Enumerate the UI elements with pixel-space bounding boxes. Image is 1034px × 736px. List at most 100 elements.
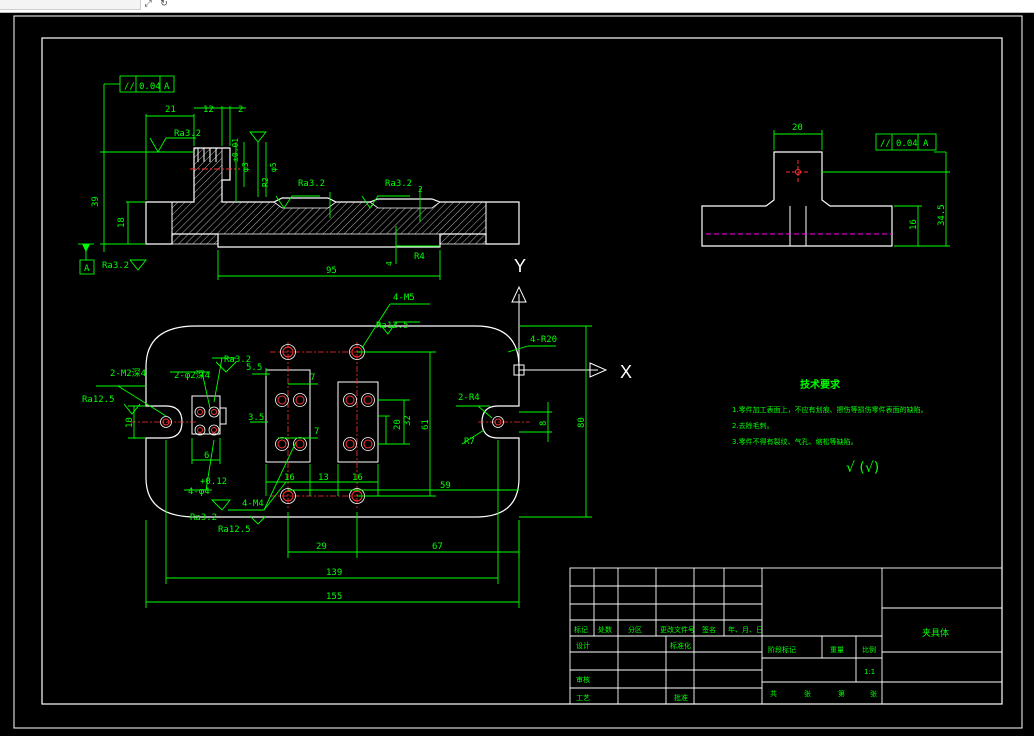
roughness-ra125-top: Ra12.5 xyxy=(376,321,409,331)
hole-outline-8 xyxy=(275,437,289,451)
gdt-tolerance-1: 0.04 xyxy=(139,82,161,92)
note-1: 1.零件加工表面上，不应有划痕、擦伤等损伤零件表面的缺陷。 xyxy=(732,405,928,414)
tb-weight: 重量 xyxy=(830,646,844,654)
tb-sheet-1: 张 xyxy=(804,689,811,698)
dim-phi3: φ3 xyxy=(241,162,250,172)
dim-phi5: φ5 xyxy=(269,162,278,172)
dim-10: 10 xyxy=(125,417,135,428)
tb-process: 工艺 xyxy=(576,694,590,702)
dim-20: 20 xyxy=(393,419,403,430)
tb-stage: 阶段标记 xyxy=(768,645,796,654)
plan-view: Y X 4-M5 Ra12.5 4-R20 2-M2深4 2-φ2深4 Ra3.… xyxy=(82,256,632,608)
hole-outline-4 xyxy=(275,393,289,407)
tb-scale-label: 比例 xyxy=(862,645,876,654)
hole-6 xyxy=(345,395,355,405)
callout-4m5: 4-M5 xyxy=(393,293,415,303)
tb-sheet-2: 第 xyxy=(838,689,845,698)
callout-4m4: 4-M4 xyxy=(242,499,264,509)
dim-34-5: 34.5 xyxy=(937,204,947,226)
tb-header-4: 签名 xyxy=(702,625,716,634)
expand-icon[interactable]: ⤢ xyxy=(142,0,154,9)
tb-sheet-3: 张 xyxy=(870,689,877,698)
callout-2phi2: 2-φ2深4 xyxy=(174,370,210,381)
hole-outline-5 xyxy=(293,393,307,407)
hole-14 xyxy=(197,427,203,433)
roughness-ra32-b: Ra3.2 xyxy=(298,179,325,189)
dim-4: 4 xyxy=(385,261,394,266)
callout-4r20: 4-R20 xyxy=(530,335,557,345)
cad-drawing-canvas[interactable]: // 0.04 A 21 12 2 Ra3.2 ±0.01 φ3 R2 φ5 3… xyxy=(0,12,1034,736)
tb-header-3: 更改文件号 xyxy=(660,625,695,634)
dim-155: 155 xyxy=(326,592,342,602)
note-2: 2.去除毛刺。 xyxy=(732,421,774,430)
dim-139: 139 xyxy=(326,568,342,578)
roughness-ra32-bottom: Ra3.2 xyxy=(190,513,217,523)
gdt-datum-2: A xyxy=(923,139,929,149)
gdt-datum-1: A xyxy=(164,82,170,92)
x-axis-label: X xyxy=(620,362,632,382)
hole-outline-7 xyxy=(361,393,375,407)
hole-15 xyxy=(211,427,217,433)
dim-3-5: 3.5 xyxy=(248,413,264,423)
side-view: // 0.04 A 20 34.5 16 xyxy=(701,123,950,247)
roughness-ra32-a: Ra3.2 xyxy=(174,129,201,139)
tb-sheet-0: 共 xyxy=(770,689,777,698)
refresh-icon[interactable]: ↻ xyxy=(158,0,170,9)
title-block-text: 标记 处数 分区 更改文件号 签名 年、月、日 设计 标准化 审核 工艺 批准 … xyxy=(574,625,949,702)
tb-header-0: 标记 xyxy=(574,625,588,634)
gdt-parallel-symbol: // xyxy=(124,82,135,92)
dim-61: 61 xyxy=(421,419,431,430)
dim-16-side: 16 xyxy=(909,219,919,230)
tb-standard: 标准化 xyxy=(670,641,691,650)
hole-outline-6 xyxy=(343,393,357,407)
dim-7: 7 xyxy=(310,373,315,383)
file-tab[interactable] xyxy=(0,0,141,10)
y-axis-label: Y xyxy=(514,256,526,276)
dim-12: 12 xyxy=(203,105,214,115)
tb-header-2: 分区 xyxy=(628,625,642,634)
hole-13 xyxy=(211,409,217,415)
callout-2m2: 2-M2深4 xyxy=(110,368,146,379)
dim-r2: R2 xyxy=(261,177,270,187)
dim-6: 6 xyxy=(204,451,209,461)
roughness-general-symbol: √ (√) xyxy=(846,460,879,476)
roughness-ra32-d: Ra3.2 xyxy=(102,261,129,271)
outer-border xyxy=(13,15,1023,729)
tb-scale-value: 1:1 xyxy=(864,668,875,676)
hole-9 xyxy=(295,439,305,449)
roughness-ra125-bottom: Ra12.5 xyxy=(218,525,251,535)
tb-approve: 批准 xyxy=(674,693,688,702)
gdt-tolerance-2: 0.04 xyxy=(896,139,918,149)
tb-header-1: 处数 xyxy=(598,625,612,634)
roughness-ra125-left: Ra12.5 xyxy=(82,395,115,405)
hole-outline-10 xyxy=(343,437,357,451)
hole-7 xyxy=(363,395,373,405)
callout-4phi4: 4-φ4 xyxy=(188,487,210,497)
dim-2: 2 xyxy=(238,105,243,115)
technical-notes: 技术要求 1.零件加工表面上，不应有划痕、擦伤等损伤零件表面的缺陷。 2.去除毛… xyxy=(732,378,928,476)
hole-outline-13 xyxy=(208,406,220,418)
dim-r4: R4 xyxy=(414,252,425,262)
hole-5 xyxy=(295,395,305,405)
tb-design: 设计 xyxy=(576,641,590,650)
dim-16a: 16 xyxy=(284,473,295,483)
dim-29: 29 xyxy=(316,542,327,552)
dim-tolerance-small: ±0.01 xyxy=(231,138,240,162)
hole-4 xyxy=(277,395,287,405)
dim-tol-012: +0.12 xyxy=(200,477,227,487)
hole-10 xyxy=(345,439,355,449)
dim-8: 8 xyxy=(539,421,549,426)
dim-5-5: 5.5 xyxy=(246,363,262,373)
dim-7b: 7 xyxy=(314,427,319,437)
hole-outline-11 xyxy=(361,437,375,451)
callout-r7: R7 xyxy=(464,437,475,447)
notes-title: 技术要求 xyxy=(800,378,841,391)
dim-20-side: 20 xyxy=(792,123,803,133)
roughness-ra32-c: Ra3.2 xyxy=(385,179,412,189)
tb-part-name: 夹具体 xyxy=(922,627,949,639)
tb-header-5: 年、月、日 xyxy=(728,625,763,634)
dim-18: 18 xyxy=(117,217,127,228)
dim-59: 59 xyxy=(440,481,451,491)
dim-13: 13 xyxy=(318,473,329,483)
dim-67: 67 xyxy=(432,542,443,552)
